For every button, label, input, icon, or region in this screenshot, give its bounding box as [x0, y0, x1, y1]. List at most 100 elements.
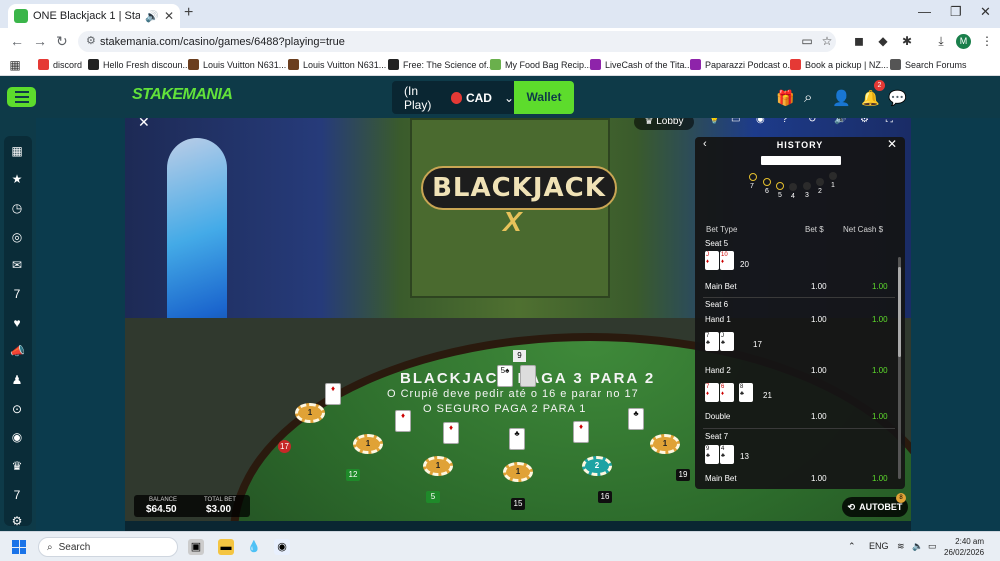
help-icon[interactable]: ?: [782, 118, 788, 125]
seat-label: Seat 6: [705, 300, 729, 309]
windows-start-icon[interactable]: [12, 540, 26, 554]
volume-icon[interactable]: 🔈: [912, 541, 923, 552]
dealer-card: 5♠: [497, 365, 513, 387]
history-icon[interactable]: ◷: [10, 201, 24, 215]
seat-number-16: 16: [598, 491, 612, 503]
sync-icon[interactable]: ↻: [808, 118, 816, 125]
extension-icon[interactable]: ◼: [852, 34, 866, 48]
bookmark-favicon-icon: [388, 59, 399, 70]
gift-icon[interactable]: 🎁: [776, 89, 795, 107]
language-indicator[interactable]: ENG: [869, 541, 889, 551]
wallet-button[interactable]: Wallet: [514, 81, 574, 114]
user-icon[interactable]: 👤: [832, 89, 851, 107]
browser-tab-active[interactable]: ONE Blackjack 1 | StakeMan 🔊 ✕: [8, 4, 180, 28]
bookmark-favicon-icon: [590, 59, 601, 70]
bookmark-item[interactable]: LiveCash of the Tita...: [590, 59, 692, 70]
tray-chevron-up-icon[interactable]: ⌃: [848, 541, 856, 552]
playing-card: 4 ♣: [720, 445, 734, 464]
crown-icon[interactable]: ♛: [10, 459, 24, 473]
calendar-icon[interactable]: ▦: [10, 144, 24, 158]
drop-app-icon[interactable]: 💧: [246, 539, 262, 555]
sound-icon[interactable]: 🔊: [834, 118, 846, 125]
col-net-cash: Net Cash $: [843, 225, 884, 234]
chess-icon[interactable]: ♟: [10, 373, 24, 387]
seven-icon-2[interactable]: 7: [10, 488, 24, 502]
close-window-button[interactable]: ✕: [980, 4, 991, 20]
bookmark-item[interactable]: Paparazzi Podcast o...: [690, 59, 795, 70]
cast-icon[interactable]: ▭: [800, 34, 814, 48]
settings-icon[interactable]: ⚙: [10, 514, 24, 528]
hamburger-menu-button[interactable]: [7, 87, 36, 107]
address-bar[interactable]: ⚙ stakemania.com/casino/games/6488?playi…: [78, 31, 836, 52]
dealer-card-facedown: [520, 365, 536, 387]
bookmark-star-icon[interactable]: ☆: [820, 34, 834, 48]
chat-icon[interactable]: 💬: [888, 89, 907, 107]
bookmark-item[interactable]: discord: [38, 59, 82, 70]
bookmark-item[interactable]: Hello Fresh discoun...: [88, 59, 190, 70]
bell-icon[interactable]: 🔔: [861, 89, 880, 107]
wifi-icon[interactable]: ≋: [897, 541, 905, 552]
close-tab-icon[interactable]: ✕: [164, 9, 174, 23]
lobby-button[interactable]: ♛ Lobby: [634, 118, 694, 130]
hand-cards: 9 ♣ 4 ♣: [705, 445, 734, 464]
site-info-icon[interactable]: ⚙: [86, 34, 96, 47]
chip-icon[interactable]: ◉: [10, 430, 24, 444]
maximize-window-button[interactable]: ❐: [950, 4, 962, 20]
site-logo[interactable]: STAKEMANIA: [132, 86, 233, 104]
browser-tab-bar: ONE Blackjack 1 | StakeMan 🔊 ✕ + — ❐ ✕: [0, 0, 1000, 28]
bet-chip: 1: [650, 434, 680, 454]
bookmark-favicon-icon: [38, 59, 49, 70]
megaphone-icon[interactable]: 📣: [10, 344, 25, 358]
extensions-puzzle-icon[interactable]: ✱: [900, 34, 914, 48]
bookmark-item[interactable]: Search Forums: [890, 59, 967, 70]
bookmark-item[interactable]: Book a pickup | NZ...: [790, 59, 888, 70]
seven-icon[interactable]: 7: [10, 287, 24, 301]
bookmark-item[interactable]: Louis Vuitton N631...: [188, 59, 286, 70]
balance-selector[interactable]: (In Play) CAD ⌄: [392, 81, 514, 114]
bookmark-item[interactable]: Louis Vuitton N631...: [288, 59, 386, 70]
chat-bubble-icon[interactable]: ▭: [731, 118, 740, 125]
canada-flag-icon: [450, 91, 462, 104]
forward-arrow-icon[interactable]: →: [33, 33, 47, 49]
close-history-icon[interactable]: ✕: [887, 137, 897, 151]
download-icon[interactable]: ⤓: [934, 34, 948, 48]
battery-icon[interactable]: ▭: [928, 541, 937, 552]
history-scrollbar-thumb[interactable]: [898, 267, 901, 357]
new-tab-button[interactable]: +: [184, 4, 193, 22]
envelope-icon[interactable]: ✉: [10, 258, 24, 272]
bet-chip: 1: [353, 434, 383, 454]
taskbar-search[interactable]: ⌕ Search: [38, 537, 178, 557]
minimize-window-button[interactable]: —: [918, 4, 931, 19]
net-cash: 1.00: [872, 366, 888, 375]
taskbar-clock[interactable]: 2:40 am 26/02/2026: [944, 536, 984, 558]
record-icon[interactable]: ◉: [756, 118, 765, 125]
settings-gear-icon[interactable]: ⚙: [860, 118, 869, 125]
target-icon[interactable]: ◎: [10, 230, 24, 244]
bookmark-favicon-icon: [88, 59, 99, 70]
reload-icon[interactable]: ↻: [56, 33, 68, 50]
close-game-icon[interactable]: ✕: [138, 118, 150, 131]
audio-icon[interactable]: 🔊: [145, 10, 159, 23]
url-text: stakemania.com/casino/games/6488?playing…: [100, 35, 345, 48]
seat-label: Seat 5: [705, 239, 729, 248]
extension-icon-2[interactable]: ◆: [876, 34, 890, 48]
coin-icon[interactable]: ⊙: [10, 402, 24, 416]
star-icon[interactable]: ★: [10, 172, 24, 186]
file-explorer-icon[interactable]: ▬: [218, 539, 234, 555]
bet-amount: 1.00: [811, 366, 827, 375]
task-view-icon[interactable]: ▣: [188, 539, 204, 555]
total-bet-value: $3.00: [206, 504, 232, 515]
apps-grid-icon[interactable]: ▦: [8, 58, 22, 72]
heart-icon[interactable]: ♥: [10, 316, 24, 330]
fullscreen-icon[interactable]: ⛶: [886, 118, 893, 125]
bet-type: Main Bet: [705, 474, 737, 483]
bookmark-item[interactable]: My Food Bag Recip...: [490, 59, 592, 70]
bulb-icon[interactable]: 💡: [708, 118, 720, 125]
browser-menu-icon[interactable]: ⋮: [980, 34, 994, 48]
chrome-icon[interactable]: ◉: [274, 539, 290, 555]
profile-avatar[interactable]: M: [956, 34, 971, 49]
total-bet-label: TOTAL BET: [204, 497, 236, 503]
back-arrow-icon[interactable]: ←: [10, 33, 24, 49]
search-icon[interactable]: ⌕: [804, 89, 812, 106]
bookmark-item[interactable]: Free: The Science of...: [388, 59, 494, 70]
